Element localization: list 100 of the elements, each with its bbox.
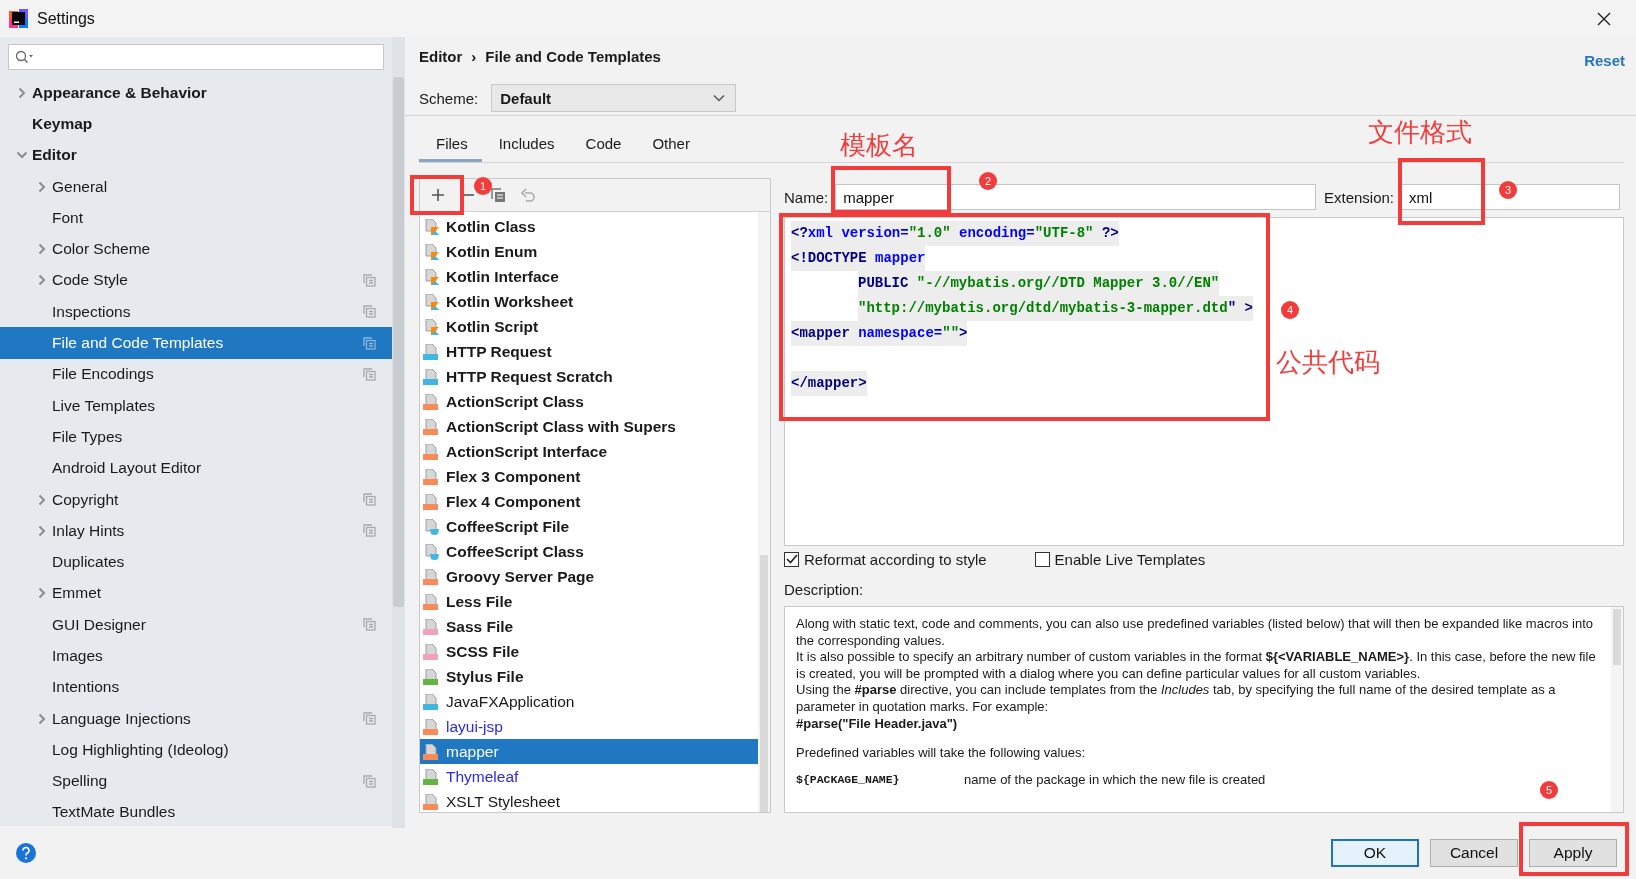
file-type-icon (423, 393, 439, 410)
list-item[interactable]: Kotlin Script (420, 314, 758, 339)
tree-item[interactable]: File Types (0, 421, 392, 453)
tab[interactable]: Files (419, 128, 482, 162)
file-type-icon (423, 518, 439, 535)
list-item[interactable]: ActionScript Class (420, 389, 758, 414)
file-type-icon (423, 443, 439, 460)
list-item[interactable]: Groovy Server Page (420, 564, 758, 589)
dialog-button[interactable]: OK (1331, 838, 1419, 867)
tree-item[interactable]: Inlay Hints (0, 515, 392, 547)
breadcrumb-item[interactable]: File and Code Templates (485, 47, 661, 65)
list-item[interactable]: HTTP Request (420, 339, 758, 364)
tree-item[interactable]: Android Layout Editor (0, 452, 392, 484)
chevron-right-icon[interactable] (38, 274, 46, 287)
tree-item[interactable]: Emmet (0, 577, 392, 610)
breadcrumb-item[interactable]: Editor (419, 47, 463, 65)
highlight-frame (410, 175, 464, 215)
scheme-dropdown[interactable]: Default (491, 84, 737, 112)
list-item[interactable]: XSLT Stylesheet (420, 789, 758, 814)
window-title: Settings (37, 9, 95, 28)
checkbox[interactable]: Enable Live Templates (1034, 550, 1206, 568)
tree-item[interactable]: Keymap (0, 108, 392, 140)
list-item[interactable]: layui-jsp (420, 714, 758, 739)
tree-item[interactable]: File and Code Templates (0, 327, 392, 359)
list-item[interactable]: mapper (420, 739, 758, 764)
tree-item[interactable]: Font (0, 202, 392, 234)
tree-item[interactable]: Color Scheme (0, 233, 392, 265)
variable-name: ${PACKAGE_NAME} (796, 771, 901, 788)
tree-item[interactable]: Editor (0, 139, 392, 171)
list-item[interactable]: Kotlin Worksheet (420, 289, 758, 314)
tree-item[interactable]: Images (0, 640, 392, 672)
list-item[interactable]: JavaFXApplication (420, 689, 758, 714)
list-item[interactable]: HTTP Request Scratch (420, 364, 758, 389)
chevron-right-icon[interactable] (38, 493, 46, 506)
tree-item[interactable]: General (0, 170, 392, 203)
list-item[interactable]: Kotlin Enum (420, 239, 758, 264)
reset-link[interactable]: Reset (1584, 43, 1625, 69)
tree-item[interactable]: Log Highlighting (Ideolog) (0, 734, 392, 766)
chevron-right-icon[interactable] (38, 524, 46, 537)
code-line: PUBLIC "-//mybatis.org//DTD Mapper 3.0//EN" (791, 271, 1623, 296)
dialog-button[interactable]: Cancel (1430, 838, 1518, 867)
tab[interactable]: Code (568, 128, 636, 162)
tree-item[interactable]: Intentions (0, 671, 392, 703)
tree-item[interactable]: Duplicates (0, 546, 392, 578)
file-type-icon (423, 643, 439, 660)
list-item[interactable]: ActionScript Class with Supers (420, 414, 758, 439)
undo-icon[interactable] (520, 187, 536, 203)
list-item[interactable]: SCSS File (420, 639, 758, 664)
dialog-button[interactable]: Apply (1529, 838, 1617, 867)
tree-item[interactable]: Code Style (0, 264, 392, 297)
scrollbar[interactable] (1611, 607, 1623, 812)
help-icon[interactable] (16, 842, 36, 863)
list-item[interactable]: Sass File (420, 614, 758, 639)
tab[interactable]: Other (635, 128, 704, 162)
chevron-down-icon[interactable] (16, 151, 28, 160)
tree-item[interactable]: Live Templates (0, 389, 392, 422)
name-field[interactable]: mapper (835, 184, 1316, 210)
scrollbar[interactable] (392, 37, 405, 829)
copy-icon[interactable] (490, 187, 506, 203)
list-item[interactable]: ActionScript Interface (420, 439, 758, 464)
tab[interactable]: Includes (481, 128, 569, 162)
file-type-icon (423, 343, 439, 360)
scrollbar[interactable] (758, 212, 770, 812)
file-type-icon (423, 693, 439, 710)
list-item[interactable]: CoffeeScript File (420, 514, 758, 539)
list-item[interactable]: Kotlin Class (420, 214, 758, 239)
variable-meaning: name of the package in which the new file is created (964, 771, 1266, 789)
chevron-down-icon (713, 94, 726, 102)
list-item[interactable]: Flex 3 Component (420, 464, 758, 489)
chevron-right-icon[interactable] (38, 587, 46, 600)
description-text: Along with static text, code and comments, you can also use predefined variables (listed below) that will then be expanded like macros into the corresponding values. (796, 616, 1595, 650)
chevron-right-icon[interactable] (38, 180, 46, 193)
chevron-right-icon[interactable] (38, 243, 46, 256)
list-item[interactable]: CoffeeScript Class (420, 539, 758, 564)
tree-item[interactable]: Appearance & Behavior (0, 77, 392, 109)
tree-item[interactable]: GUI Designer (0, 609, 392, 641)
close-icon[interactable] (1597, 11, 1611, 26)
chevron-right-icon[interactable] (38, 712, 46, 725)
list-item[interactable]: Thymeleaf (420, 764, 758, 789)
chevron-right-icon[interactable] (18, 86, 26, 99)
search-field[interactable] (8, 44, 384, 70)
file-type-icon (423, 468, 439, 485)
tree-item[interactable]: Copyright (0, 483, 392, 516)
tree-item[interactable]: File Encodings (0, 358, 392, 390)
list-item[interactable]: Kotlin Interface (420, 264, 758, 289)
number-badge: 3 (1499, 181, 1517, 199)
list-item[interactable]: Stylus File (420, 664, 758, 689)
list-item[interactable]: Flex 4 Component (420, 489, 758, 514)
tree-item[interactable]: Inspections (0, 296, 392, 328)
tree-item[interactable]: Language Injections (0, 702, 392, 735)
tree-item[interactable]: Spelling (0, 765, 392, 797)
field-label: Scheme: (419, 89, 479, 107)
plus-icon[interactable] (430, 187, 446, 203)
file-type-icon (423, 368, 439, 385)
annotation-label: 文件格式 (1368, 116, 1472, 149)
list-item[interactable]: Less File (420, 589, 758, 614)
tree-item[interactable]: TextMate Bundles (0, 796, 392, 829)
checkbox[interactable]: Reformat according to style (784, 550, 987, 568)
checkmark-icon (785, 554, 798, 564)
file-type-icon (423, 793, 439, 810)
